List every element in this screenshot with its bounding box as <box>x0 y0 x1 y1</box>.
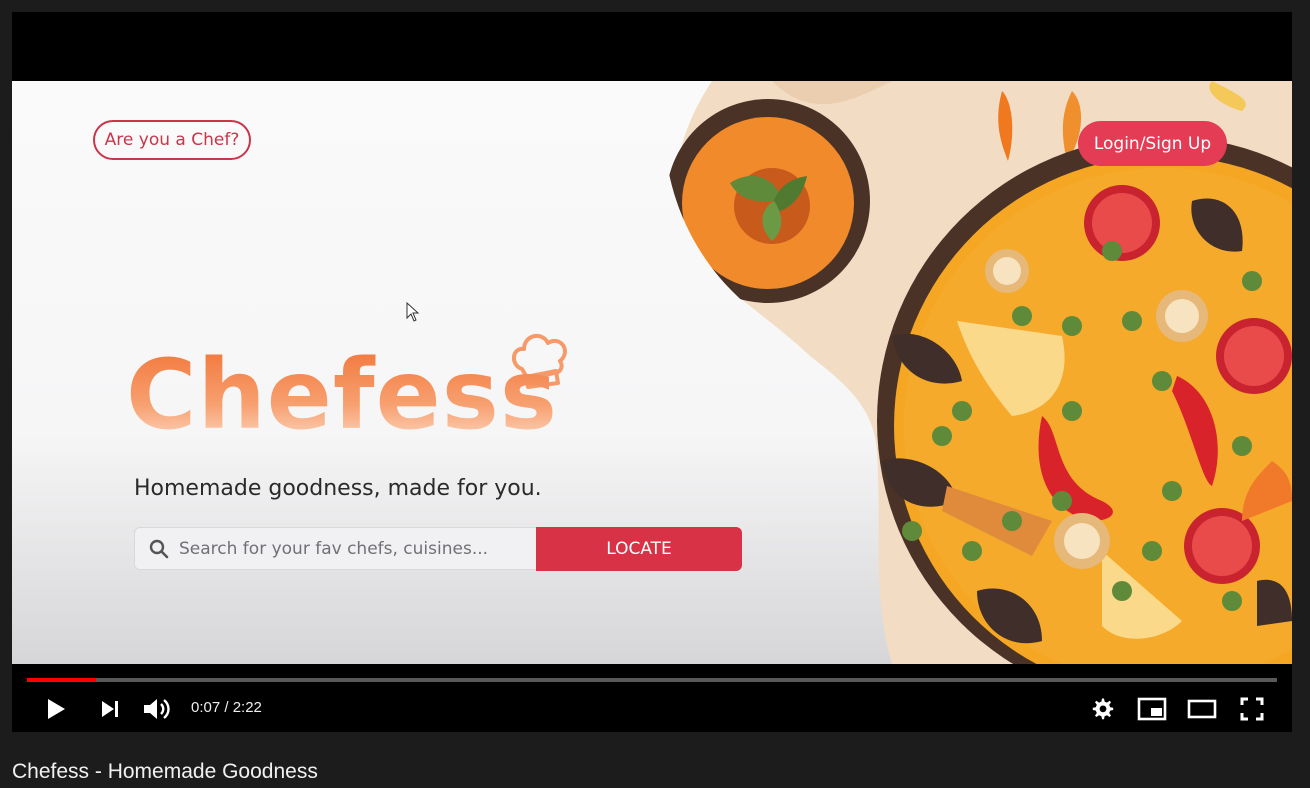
search-input[interactable] <box>177 537 521 560</box>
theater-mode-icon <box>1187 699 1217 719</box>
play-icon <box>48 699 65 719</box>
settings-button[interactable] <box>1086 693 1118 725</box>
volume-icon <box>144 699 170 719</box>
chefess-logo: Chefess <box>126 339 559 451</box>
fullscreen-button[interactable] <box>1236 693 1268 725</box>
next-button[interactable] <box>94 693 126 725</box>
video-player[interactable]: Are you a Chef? Login/Sign Up Chefess Ho… <box>12 12 1292 732</box>
next-icon <box>102 701 118 717</box>
volume-button[interactable] <box>140 692 174 726</box>
search-icon <box>149 539 169 559</box>
progress-played <box>27 678 97 682</box>
settings-gear-icon <box>1092 698 1114 720</box>
progress-bar[interactable] <box>27 678 1277 682</box>
time-display: 0:07 / 2:22 <box>191 699 262 716</box>
fullscreen-icon <box>1240 697 1264 721</box>
locate-button[interactable]: LOCATE <box>536 527 742 571</box>
login-signup-button[interactable]: Login/Sign Up <box>1078 121 1227 166</box>
miniplayer-button[interactable] <box>1135 693 1169 725</box>
player-controls: 0:07 / 2:22 <box>12 664 1292 732</box>
mouse-cursor-icon <box>406 302 420 322</box>
play-button[interactable] <box>40 693 72 725</box>
video-title: Chefess - Homemade Goodness <box>12 760 318 783</box>
miniplayer-icon <box>1137 697 1167 721</box>
video-frame[interactable]: Are you a Chef? Login/Sign Up Chefess Ho… <box>12 81 1292 664</box>
theater-mode-button[interactable] <box>1185 693 1219 725</box>
search-bar[interactable] <box>134 527 539 570</box>
are-you-a-chef-button[interactable]: Are you a Chef? <box>93 120 251 160</box>
tagline: Homemade goodness, made for you. <box>134 476 542 501</box>
